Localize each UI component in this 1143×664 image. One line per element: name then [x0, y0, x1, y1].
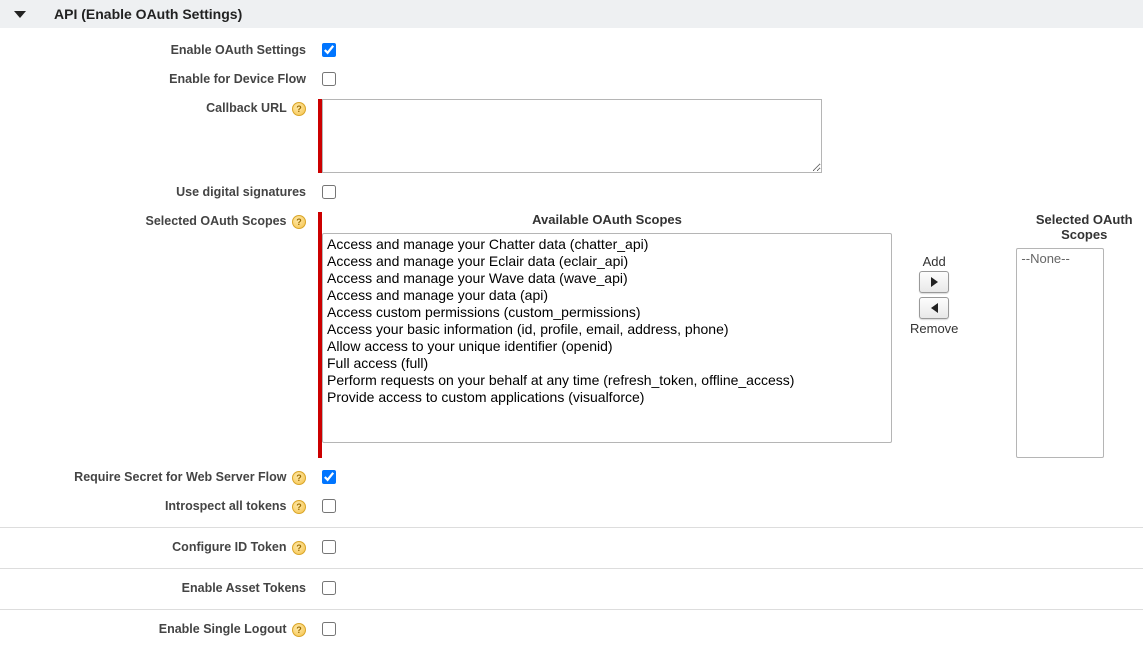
- help-icon[interactable]: [292, 215, 306, 229]
- label-digital-signatures: Use digital signatures: [0, 183, 310, 199]
- section-header[interactable]: API (Enable OAuth Settings): [0, 0, 1143, 28]
- checkbox-digital-signatures[interactable]: [322, 185, 336, 199]
- label-enable-oauth: Enable OAuth Settings: [0, 41, 310, 57]
- section-title: API (Enable OAuth Settings): [54, 6, 242, 22]
- row-digital-signatures: Use digital signatures: [0, 178, 1143, 207]
- checkbox-enable-slo[interactable]: [322, 622, 336, 636]
- textarea-callback-url[interactable]: [322, 99, 822, 173]
- label-remove: Remove: [910, 321, 958, 336]
- checkbox-require-secret[interactable]: [322, 470, 336, 484]
- option-available-scope[interactable]: Access and manage your data (api): [325, 287, 889, 304]
- checkbox-enable-oauth[interactable]: [322, 43, 336, 57]
- row-enable-oauth: Enable OAuth Settings: [0, 36, 1143, 65]
- label-callback-url: Callback URL: [206, 101, 286, 115]
- label-configure-id: Configure ID Token: [172, 540, 286, 554]
- option-available-scope[interactable]: Provide access to custom applications (v…: [325, 389, 889, 406]
- label-enable-slo: Enable Single Logout: [159, 622, 287, 636]
- arrow-left-icon: [931, 303, 938, 313]
- option-available-scope[interactable]: Access and manage your Chatter data (cha…: [325, 236, 889, 253]
- row-enable-slo: Enable Single Logout: [0, 609, 1143, 644]
- option-none[interactable]: --None--: [1019, 251, 1101, 267]
- checkbox-enable-device-flow[interactable]: [322, 72, 336, 86]
- listbox-selected-scopes[interactable]: --None--: [1016, 248, 1104, 458]
- label-introspect: Introspect all tokens: [165, 499, 287, 513]
- checkbox-introspect[interactable]: [322, 499, 336, 513]
- option-available-scope[interactable]: Access and manage your Wave data (wave_a…: [325, 270, 889, 287]
- listbox-available-scopes[interactable]: Access and manage your Chatter data (cha…: [322, 233, 892, 443]
- row-callback-url: Callback URL: [0, 94, 1143, 178]
- option-available-scope[interactable]: Full access (full): [325, 355, 889, 372]
- option-available-scope[interactable]: Allow access to your unique identifier (…: [325, 338, 889, 355]
- help-icon[interactable]: [292, 623, 306, 637]
- button-add-scope[interactable]: [919, 271, 949, 293]
- row-configure-id-token: Configure ID Token: [0, 527, 1143, 562]
- row-require-secret: Require Secret for Web Server Flow: [0, 463, 1143, 492]
- option-available-scope[interactable]: Perform requests on your behalf at any t…: [325, 372, 889, 389]
- row-introspect: Introspect all tokens: [0, 492, 1143, 521]
- label-selected-scopes: Selected OAuth Scopes: [146, 214, 287, 228]
- label-add: Add: [923, 254, 946, 269]
- help-icon[interactable]: [292, 541, 306, 555]
- checkbox-configure-id[interactable]: [322, 540, 336, 554]
- row-enable-asset-tokens: Enable Asset Tokens: [0, 568, 1143, 603]
- row-enable-device-flow: Enable for Device Flow: [0, 65, 1143, 94]
- label-enable-device-flow: Enable for Device Flow: [0, 70, 310, 86]
- heading-available-scopes: Available OAuth Scopes: [322, 212, 892, 227]
- option-available-scope[interactable]: Access custom permissions (custom_permis…: [325, 304, 889, 321]
- label-enable-asset: Enable Asset Tokens: [0, 579, 310, 595]
- heading-selected-scopes: Selected OAuth Scopes: [1016, 212, 1143, 242]
- checkbox-enable-asset[interactable]: [322, 581, 336, 595]
- button-remove-scope[interactable]: [919, 297, 949, 319]
- help-icon[interactable]: [292, 471, 306, 485]
- row-selected-oauth-scopes: Selected OAuth Scopes Available OAuth Sc…: [0, 207, 1143, 463]
- help-icon[interactable]: [292, 500, 306, 514]
- label-require-secret: Require Secret for Web Server Flow: [74, 470, 286, 484]
- option-available-scope[interactable]: Access and manage your Eclair data (ecla…: [325, 253, 889, 270]
- option-available-scope[interactable]: Access your basic information (id, profi…: [325, 321, 889, 338]
- help-icon[interactable]: [292, 102, 306, 116]
- collapse-triangle-icon[interactable]: [14, 11, 26, 18]
- arrow-right-icon: [931, 277, 938, 287]
